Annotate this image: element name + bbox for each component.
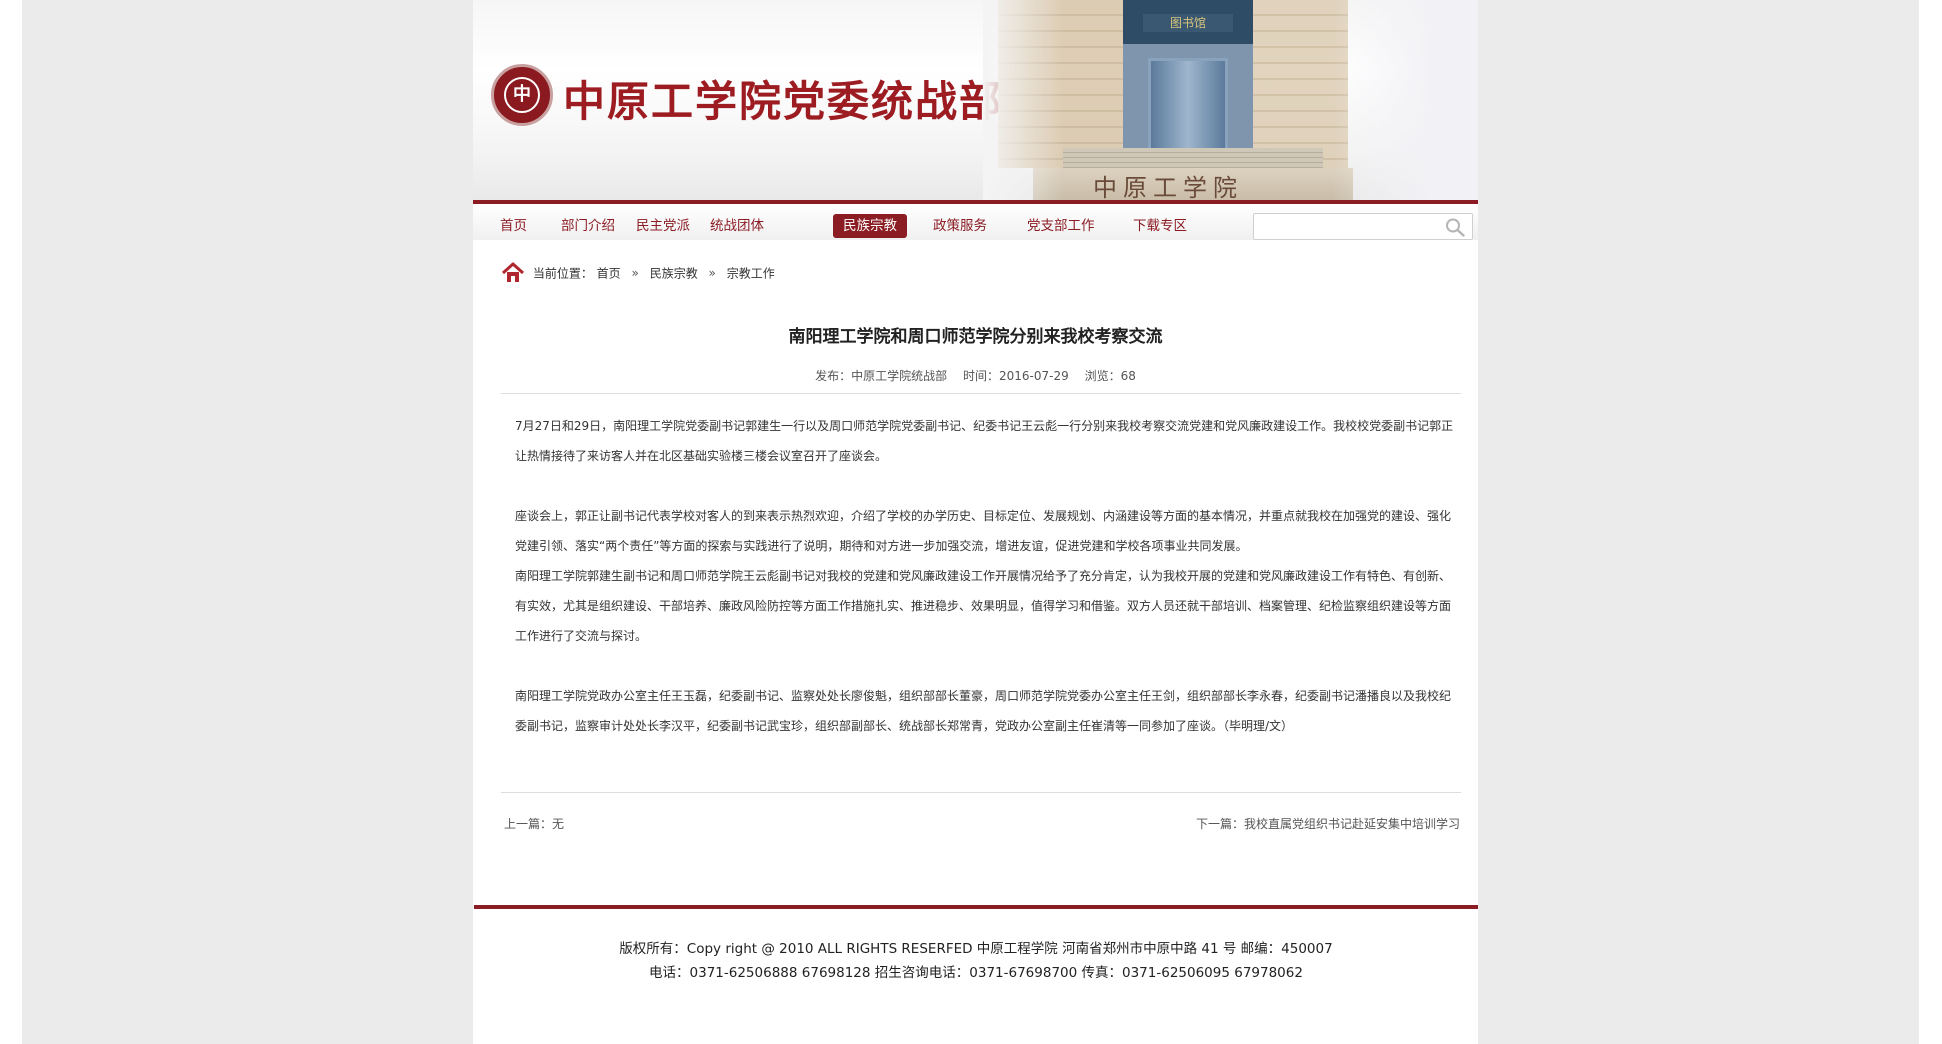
site-name: 中原工学院党委统战部 <box>563 77 1004 126</box>
prev-article: 上一篇：无 <box>504 815 564 832</box>
nav-item-downloads[interactable]: 下载专区 <box>1123 214 1197 238</box>
building-glow <box>1333 0 1478 200</box>
main-nav: 首页 部门介绍 民主党派 统战团体 民族宗教 政策服务 党支部工作 下载专区 <box>473 200 1478 240</box>
building-steps <box>1063 148 1323 168</box>
nav-item-policy-service[interactable]: 政策服务 <box>923 214 997 238</box>
page-margin-left <box>0 0 22 1044</box>
footer-copyright: 版权所有：Copy right @ 2010 ALL RIGHTS RESERF… <box>619 941 1333 957</box>
nav-item-ethnic-religion[interactable]: 民族宗教 <box>833 214 907 238</box>
meta-divider <box>501 393 1461 394</box>
page-background-right <box>1478 0 1919 1044</box>
nav-item-democratic-parties[interactable]: 民主党派 <box>626 214 700 238</box>
building-sign: 图书馆 <box>1143 14 1233 32</box>
nav-item-party-branch[interactable]: 党支部工作 <box>1017 214 1105 238</box>
next-article-label: 下一篇： <box>1195 817 1244 831</box>
home-icon <box>501 262 525 282</box>
building-fade <box>983 0 1063 200</box>
article-paragraph: 7月27日和29日，南阳理工学院党委副书记郭建生一行以及周口师范学院党委副书记、… <box>515 419 1454 463</box>
breadcrumb-home[interactable]: 首页 <box>597 267 621 281</box>
prev-article-title: 无 <box>552 817 565 831</box>
building-base-inscription: 中原工学院 <box>1093 174 1243 200</box>
article-title: 南阳理工学院和周口师范学院分别来我校考察交流 <box>788 327 1163 347</box>
search-box <box>1253 213 1473 240</box>
logo-emblem: 中 <box>504 77 540 113</box>
footer: 版权所有：Copy right @ 2010 ALL RIGHTS RESERF… <box>474 905 1478 1044</box>
search-input[interactable] <box>1258 217 1442 238</box>
search-icon[interactable] <box>1444 217 1466 237</box>
breadcrumb-prefix: 当前位置： <box>532 266 593 281</box>
page-container: 中 中原工学院党委统战部 图书馆 中原工学院 首页 部门介绍 民主党派 统战团体… <box>473 0 1478 1044</box>
article-publisher: 发布：中原工学院统战部 <box>815 369 948 383</box>
article-body: 7月27日和29日，南阳理工学院党委副书记郭建生一行以及周口师范学院党委副书记、… <box>515 411 1455 741</box>
next-article-link[interactable]: 我校直属党组织书记赴延安集中培训学习 <box>1244 817 1460 831</box>
page-background-left <box>22 0 473 1044</box>
header-banner: 中 中原工学院党委统战部 图书馆 中原工学院 <box>473 0 1478 200</box>
breadcrumb-religion-work[interactable]: 宗教工作 <box>727 267 775 281</box>
breadcrumb-separator: » <box>631 266 639 280</box>
nav-item-home[interactable]: 首页 <box>490 214 537 238</box>
article-paragraph: 座谈会上，郭正让副书记代表学校对客人的到来表示热烈欢迎，介绍了学校的办学历史、目… <box>515 509 1452 553</box>
next-article: 下一篇：我校直属党组织书记赴延安集中培训学习 <box>1196 815 1460 832</box>
prev-article-label: 上一篇： <box>504 817 553 831</box>
article-paragraph: 南阳理工学院郭建生副书记和周口师范学院王云彪副书记对我校的党建和党风廉政建设工作… <box>515 569 1452 643</box>
university-logo[interactable]: 中 <box>491 64 553 126</box>
nav-item-department-intro[interactable]: 部门介绍 <box>551 214 625 238</box>
breadcrumb: 当前位置： 首页 » 民族宗教 » 宗教工作 <box>501 262 775 284</box>
breadcrumb-ethnic-religion[interactable]: 民族宗教 <box>650 267 698 281</box>
article-meta: 发布：中原工学院统战部 时间：2016-07-29 浏览：68 <box>473 367 1478 384</box>
footer-contact: 电话：0371-62506888 67698128 招生咨询电话：0371-67… <box>649 965 1303 981</box>
page-margin-right <box>1919 0 1942 1044</box>
article-time: 时间：2016-07-29 <box>962 369 1069 383</box>
article-views: 浏览：68 <box>1084 369 1136 383</box>
nav-item-united-front-groups[interactable]: 统战团体 <box>700 214 774 238</box>
breadcrumb-separator: » <box>708 266 716 280</box>
article-paragraph: 南阳理工学院党政办公室主任王玉磊，纪委副书记、监察处处长廖俊魁，组织部部长董豪，… <box>515 689 1452 733</box>
article-end-divider <box>501 792 1461 793</box>
